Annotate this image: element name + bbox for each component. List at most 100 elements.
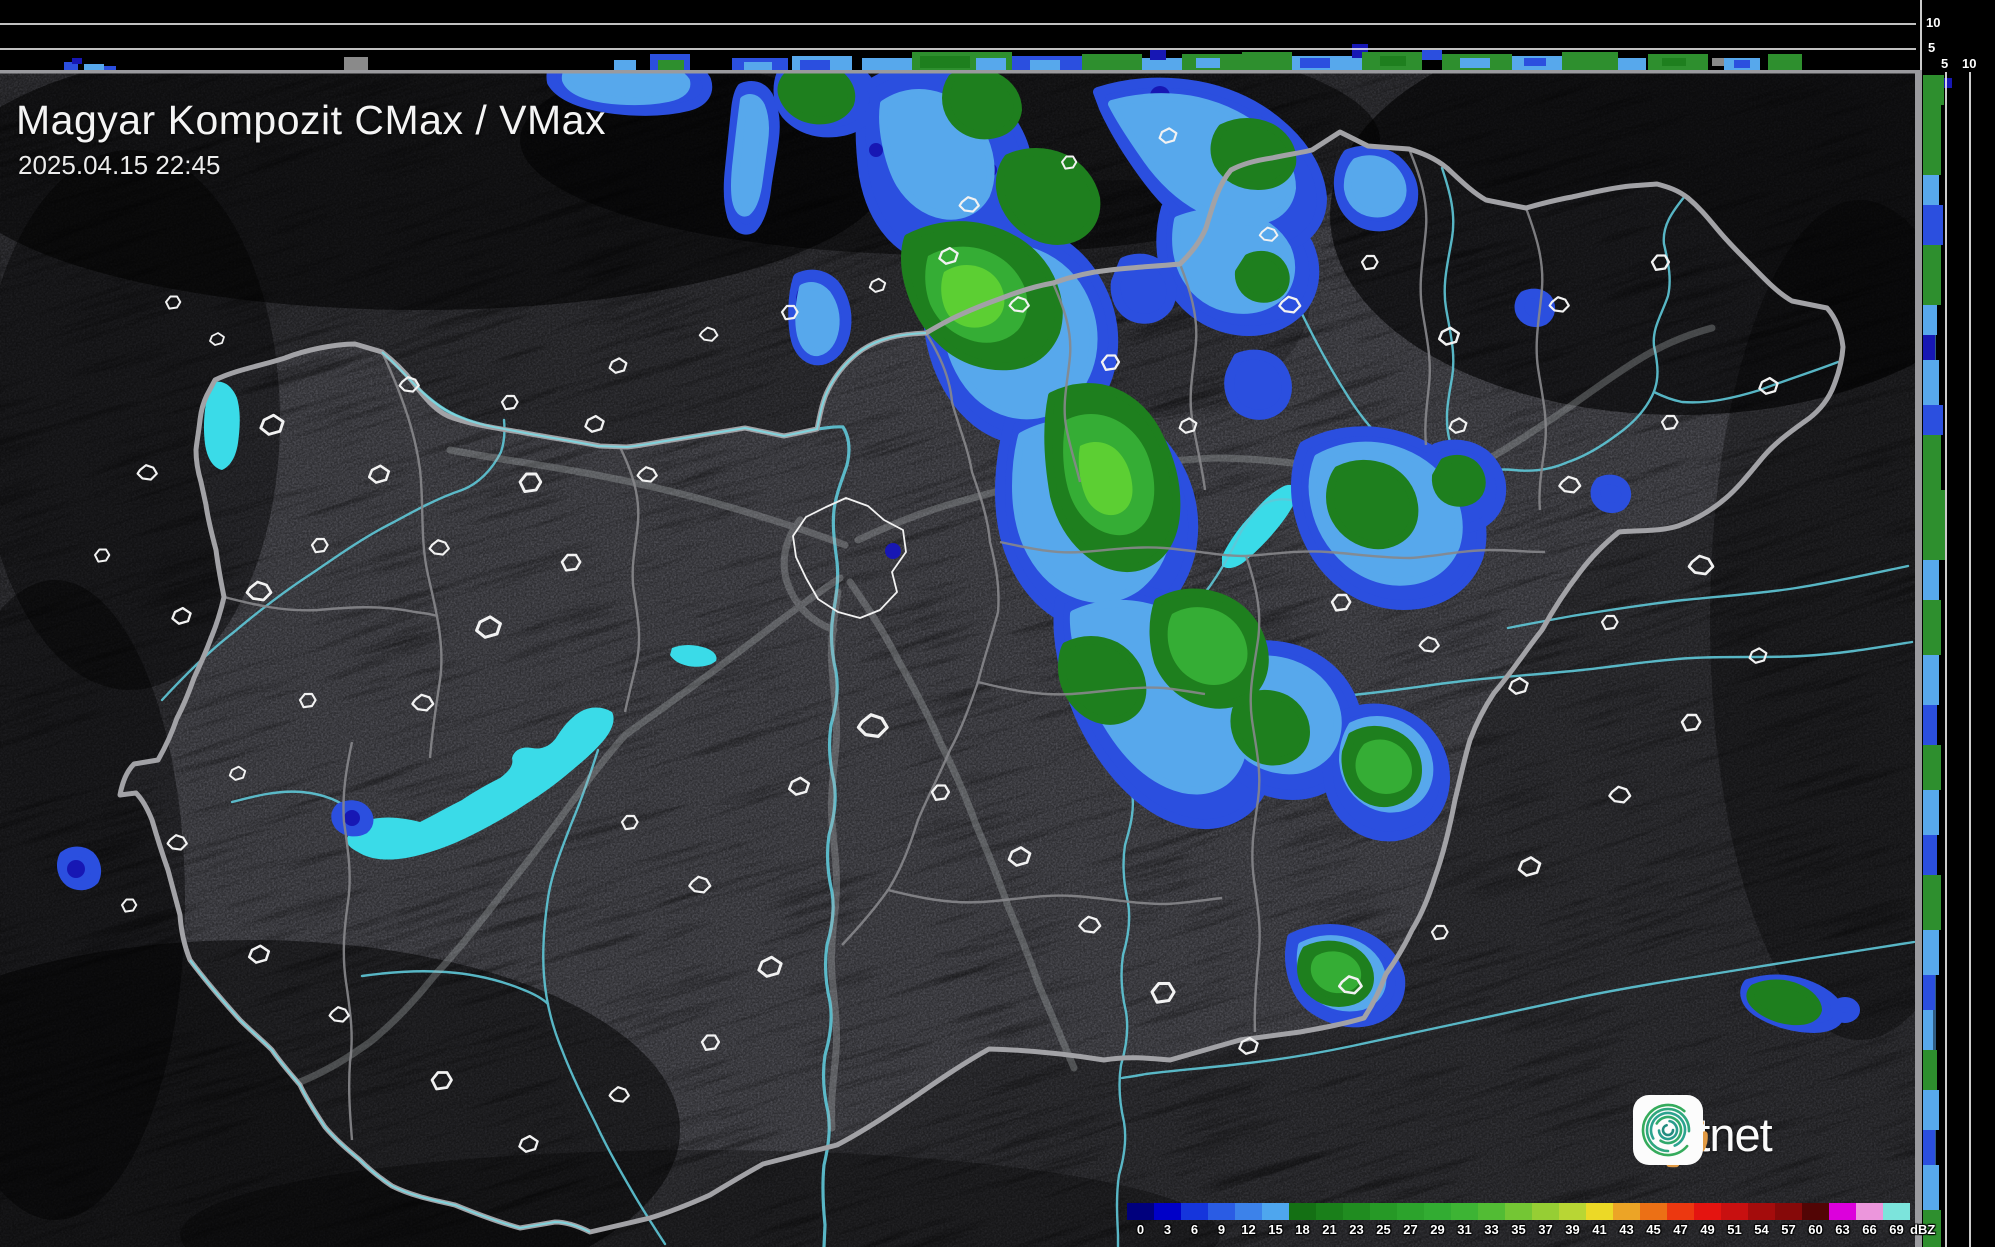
dbz-scale-tick-label: 57 (1781, 1222, 1795, 1237)
dbz-scale-tick: 31 (1451, 1203, 1478, 1237)
dbz-scale-tick: 41 (1586, 1203, 1613, 1237)
dbz-scale-swatch (1775, 1203, 1802, 1220)
dbz-scale-tick-label: 15 (1268, 1222, 1282, 1237)
dbz-scale-swatch (1370, 1203, 1397, 1220)
right-profile-strip (1921, 0, 1995, 1247)
dbz-scale-swatch (1748, 1203, 1775, 1220)
dbz-scale-tick-label: 9 (1218, 1222, 1225, 1237)
dbz-scale-tick-label: 41 (1592, 1222, 1606, 1237)
dbz-scale-tick: 39 (1559, 1203, 1586, 1237)
radar-composite-screen: Magyar Kompozit CMax / VMax 2025.04.15 2… (0, 0, 1995, 1247)
dbz-scale-tick: 60 (1802, 1203, 1829, 1237)
dbz-scale-tick: 23 (1343, 1203, 1370, 1237)
dbz-scale-swatch (1856, 1203, 1883, 1220)
map-area (0, 0, 1995, 1247)
dbz-scale-tick: 29 (1424, 1203, 1451, 1237)
dbz-scale-swatch (1262, 1203, 1289, 1220)
dbz-scale-swatch (1289, 1203, 1316, 1220)
right-strip-label-5km: 5 (1941, 57, 1948, 70)
dbz-scale-swatch (1316, 1203, 1343, 1220)
dbz-scale-tick-label: 43 (1619, 1222, 1633, 1237)
dbz-scale-tick-label: 21 (1322, 1222, 1336, 1237)
dbz-scale-tick-label: 49 (1700, 1222, 1714, 1237)
dbz-scale-swatch (1127, 1203, 1154, 1220)
dbz-scale-tick-label: 33 (1484, 1222, 1498, 1237)
dbz-scale-swatch (1829, 1203, 1856, 1220)
dbz-scale-tick-label: 6 (1191, 1222, 1198, 1237)
dbz-scale-tick-label: 69 (1889, 1222, 1903, 1237)
dbz-scale-swatch (1505, 1203, 1532, 1220)
dbz-scale-tick: 54 (1748, 1203, 1775, 1237)
dbz-scale-tick: 21 (1316, 1203, 1343, 1237)
dbz-scale-tick-label: 45 (1646, 1222, 1660, 1237)
dbz-scale-tick: 51 (1721, 1203, 1748, 1237)
dbz-scale-tick: 63 (1829, 1203, 1856, 1237)
dbz-scale-tick: 37 (1532, 1203, 1559, 1237)
page-title: Magyar Kompozit CMax / VMax (16, 97, 606, 144)
dbz-scale-tick: 45 (1640, 1203, 1667, 1237)
dbz-scale-swatch (1478, 1203, 1505, 1220)
dbz-scale-tick-label: 51 (1727, 1222, 1741, 1237)
dbz-scale-tick: 49 (1694, 1203, 1721, 1237)
dbz-scale-swatch (1586, 1203, 1613, 1220)
dbz-scale-tick-label: 39 (1565, 1222, 1579, 1237)
top-strip-label-5km: 5 (1928, 41, 1935, 54)
dbz-scale-tick: 12 (1235, 1203, 1262, 1237)
dbz-scale-swatch (1667, 1203, 1694, 1220)
dbz-scale-tick: 9 (1208, 1203, 1235, 1237)
radar-map-canvas (0, 0, 1995, 1247)
dbz-scale-tick: 47 (1667, 1203, 1694, 1237)
dbz-scale-swatch (1208, 1203, 1235, 1220)
dbz-scale-tick: 66 (1856, 1203, 1883, 1237)
dbz-scale-swatch (1235, 1203, 1262, 1220)
dbz-unit-label: dBZ (1910, 1222, 1935, 1237)
dbz-scale-tick: 0 (1127, 1203, 1154, 1237)
dbz-scale-tick: 33 (1478, 1203, 1505, 1237)
dbz-scale-tick: 69 (1883, 1203, 1910, 1237)
dbz-scale-swatch (1802, 1203, 1829, 1220)
dbz-scale-swatch (1613, 1203, 1640, 1220)
dbz-scale-tick: 15 (1262, 1203, 1289, 1237)
dbz-scale-swatch (1343, 1203, 1370, 1220)
dbz-scale-tick: 57 (1775, 1203, 1802, 1237)
dbz-scale-tick-label: 63 (1835, 1222, 1849, 1237)
dbz-scale-swatch (1397, 1203, 1424, 1220)
dbz-scale-tick-label: 3 (1164, 1222, 1171, 1237)
top-profile-strip (0, 0, 1916, 70)
swirl-app-icon (1632, 1094, 1704, 1166)
dbz-scale-tick-label: 54 (1754, 1222, 1768, 1237)
dbz-scale-swatch (1451, 1203, 1478, 1220)
dbz-scale-tick-label: 25 (1376, 1222, 1390, 1237)
dbz-scale-tick: 18 (1289, 1203, 1316, 1237)
dbz-scale-unit: dBZ (1910, 1203, 1944, 1237)
dbz-scale-swatch (1721, 1203, 1748, 1220)
dbz-scale-swatch (1883, 1203, 1910, 1220)
dbz-scale-swatch (1424, 1203, 1451, 1220)
dbz-scale-tick-label: 27 (1403, 1222, 1417, 1237)
dbz-scale-tick-label: 37 (1538, 1222, 1552, 1237)
dbz-scale-tick-label: 47 (1673, 1222, 1687, 1237)
dbz-scale-swatch (1154, 1203, 1181, 1220)
dbz-scale-tick: 43 (1613, 1203, 1640, 1237)
dbz-color-scale: 0369121518212325272931333537394143454749… (1127, 1203, 1944, 1237)
top-strip-label-10km: 10 (1926, 16, 1940, 29)
dbz-scale-swatch (1181, 1203, 1208, 1220)
dbz-scale-tick-label: 31 (1457, 1222, 1471, 1237)
dbz-scale-tick-label: 12 (1241, 1222, 1255, 1237)
dbz-scale-tick: 25 (1370, 1203, 1397, 1237)
timestamp: 2025.04.15 22:45 (18, 150, 220, 181)
dbz-scale-swatch (1532, 1203, 1559, 1220)
right-strip-label-10km: 10 (1962, 57, 1976, 70)
dbz-scale-swatch (1694, 1203, 1721, 1220)
dbz-scale-tick-label: 35 (1511, 1222, 1525, 1237)
dbz-scale-tick-label: 60 (1808, 1222, 1822, 1237)
dbz-scale-tick-label: 29 (1430, 1222, 1444, 1237)
dbz-scale-tick-label: 18 (1295, 1222, 1309, 1237)
dbz-scale-tick-label: 66 (1862, 1222, 1876, 1237)
dbz-scale-tick: 3 (1154, 1203, 1181, 1237)
dbz-scale-tick-label: 23 (1349, 1222, 1363, 1237)
dbz-scale-tick: 6 (1181, 1203, 1208, 1237)
dbz-scale-tick: 35 (1505, 1203, 1532, 1237)
dbz-scale-swatch (1559, 1203, 1586, 1220)
metnet-logo: metnet (1632, 1094, 1782, 1174)
